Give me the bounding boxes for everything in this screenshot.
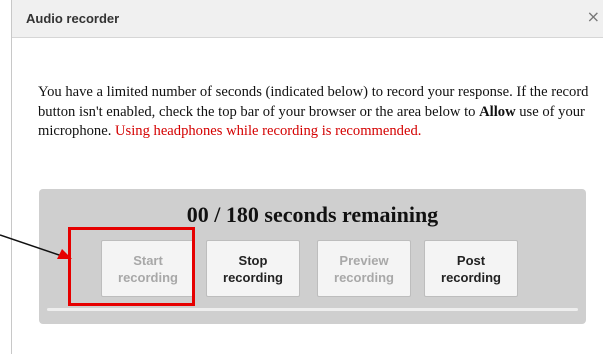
- allow-keyword: Allow: [479, 103, 516, 120]
- arrow-right-icon: [0, 234, 72, 259]
- dialog-titlebar: Audio recorder ×: [12, 0, 603, 38]
- recording-progress-bar: [47, 308, 578, 311]
- headphones-warning: Using headphones while recording is reco…: [115, 123, 422, 139]
- seconds-remaining-timer: 00 / 180 seconds remaining: [186, 202, 439, 227]
- post-recording-label-1: Post: [456, 252, 486, 268]
- stop-recording-button[interactable]: Stop recording: [206, 240, 300, 297]
- preview-recording-label-1: Preview: [339, 252, 389, 268]
- stop-recording-label-1: Stop: [238, 252, 268, 268]
- stop-recording-label-2: recording: [223, 269, 283, 285]
- preview-recording-button[interactable]: Preview recording: [317, 240, 411, 297]
- preview-recording-label-2: recording: [334, 269, 394, 285]
- arrow-head: [57, 249, 72, 259]
- post-recording-button[interactable]: Post recording: [424, 240, 518, 297]
- arrow-shaft: [0, 234, 63, 257]
- post-recording-label-2: recording: [441, 269, 501, 285]
- instructions-text: You have a limited number of seconds (in…: [38, 83, 598, 142]
- dialog-title: Audio recorder: [26, 11, 120, 26]
- start-button-highlight-box: [68, 227, 195, 306]
- close-icon[interactable]: ×: [587, 9, 600, 25]
